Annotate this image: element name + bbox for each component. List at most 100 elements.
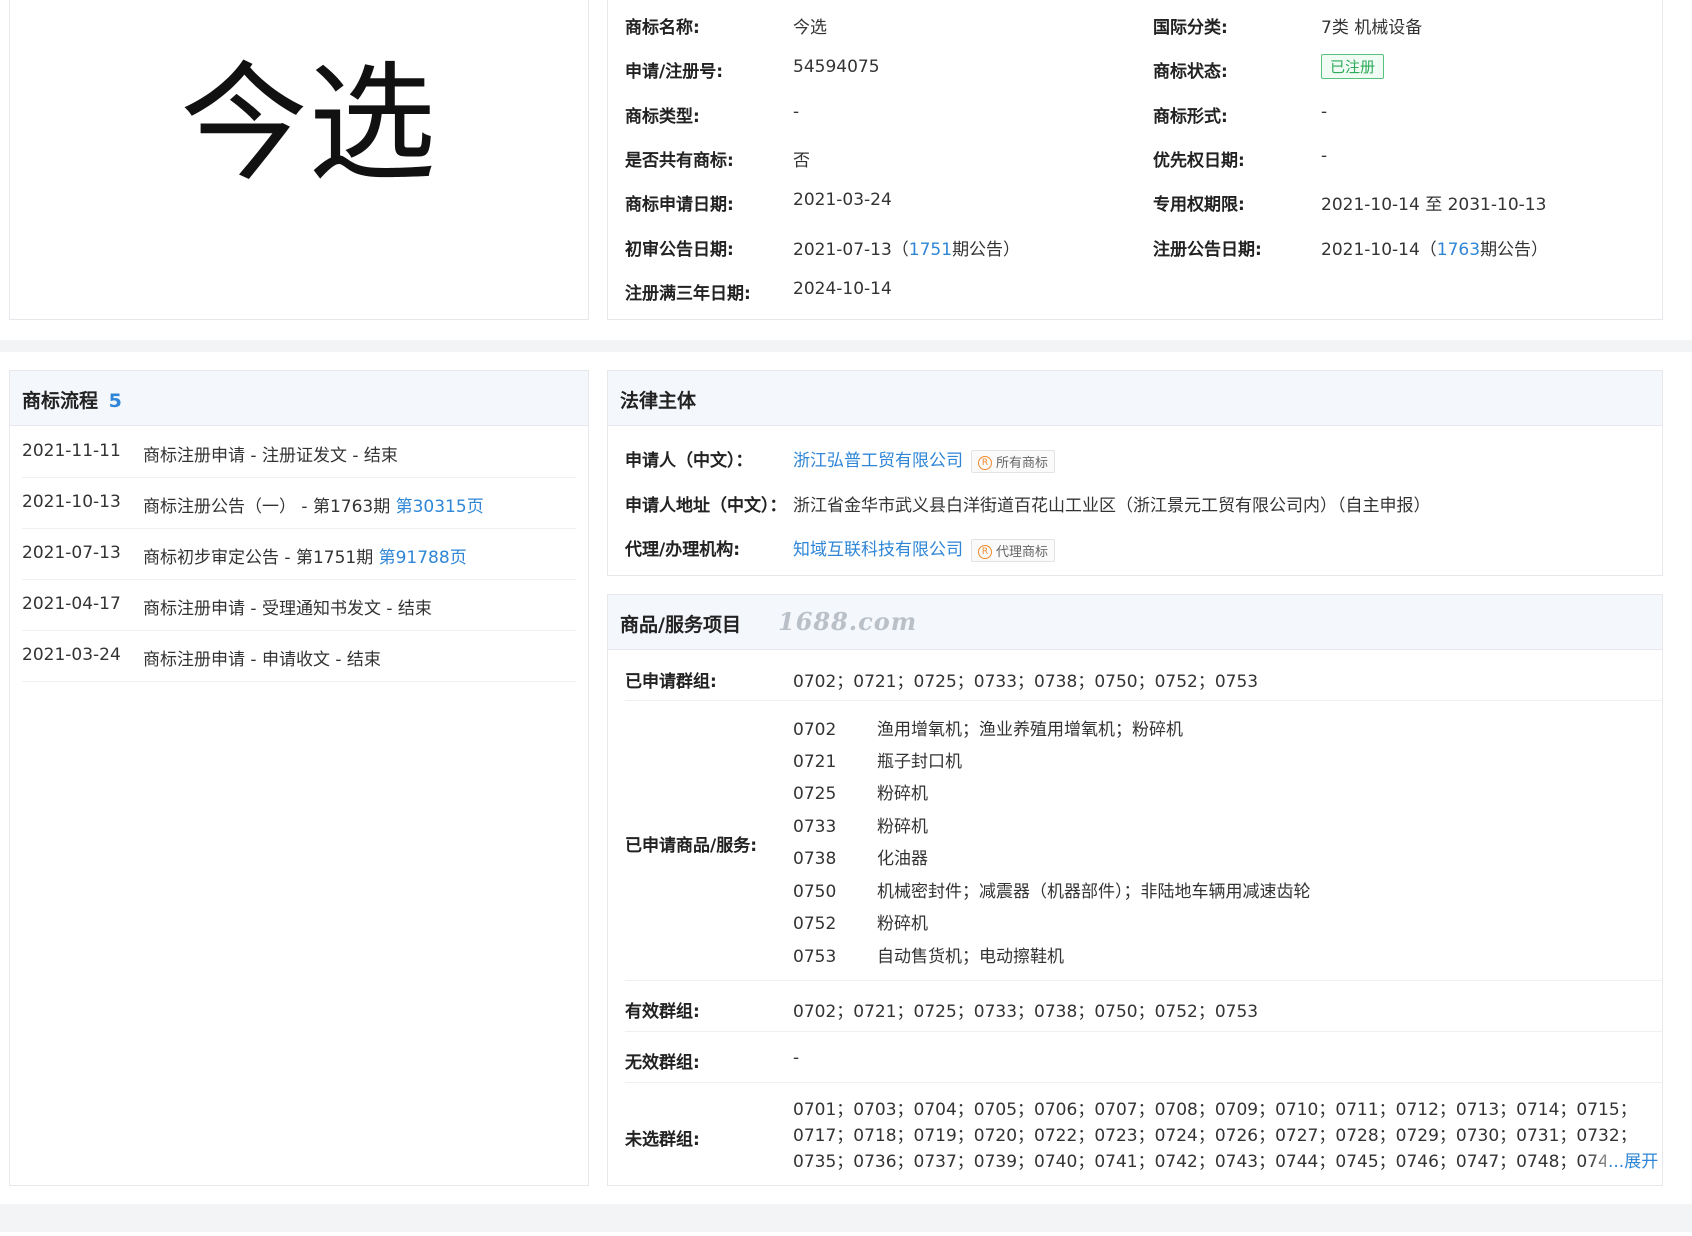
valid-groups-value: 0702；0721；0725；0733；0738；0750；0752；0753 [793,1002,1259,1022]
field-label: 商标申请日期: [625,195,734,215]
goods-items: 粉碎机 [877,817,928,837]
issue-link[interactable]: 1751 [909,240,952,260]
trademark-image: 今选 [180,50,437,199]
goods-code: 0750 [793,882,837,902]
unselected-groups-value: 0701；0703；0704；0705；0706；0707；0708；0709；… [793,1095,1629,1183]
preliminary-notice-date-value: 2021-07-13（1751期公告） [793,235,1020,260]
expand-link[interactable]: ...展开 [1606,1147,1659,1172]
date-text: 2021-10-14（ [1321,240,1437,260]
page-link[interactable]: 第30315页 [396,497,484,517]
intl-class-value: 7类 机械设备 [1321,18,1423,38]
applied-groups-label: 已申请群组: [625,672,717,692]
flow-title-text: 商标流程 [22,390,99,412]
flow-item: 2021-10-13 商标注册公告（一） - 第1763期 第30315页 [22,478,576,529]
flow-text-body: 商标注册公告（一） - 第1763期 [143,497,396,517]
invalid-groups-label: 无效群组: [625,1053,700,1073]
flow-date: 2021-11-11 [22,441,121,461]
goods-line: 0738 化油器 [793,844,928,869]
applicant-value: 浙江弘普工贸有限公司 R 所有商标 [793,446,1056,473]
issue-suffix: 期公告） [952,240,1021,260]
goods-line: 0733 粉碎机 [793,812,928,837]
legal-header: 法律主体 [608,371,1662,426]
registration-number-value: 54594075 [793,57,880,77]
registered-icon: R [978,545,992,559]
field-label: 是否共有商标: [625,151,734,171]
goods-services-panel: 商品/服务项目 1688.com 已申请群组: 0702；0721；0725；0… [607,594,1663,1186]
flow-date: 2021-07-13 [22,543,121,563]
goods-line: 0702 渔用增氧机；渔业养殖用增氧机；粉碎机 [793,715,1183,740]
legal-title: 法律主体 [620,390,697,412]
divider [625,700,1662,701]
applicant-link[interactable]: 浙江弘普工贸有限公司 [793,451,963,471]
field-label: 优先权日期: [1153,151,1245,171]
applied-goods-label: 已申请商品/服务: [625,836,758,856]
registered-icon: R [978,456,992,470]
applicant-label: 申请人（中文）： [625,451,753,471]
flow-panel: 商标流程 5 2021-11-11 商标注册申请 - 注册证发文 - 结束 20… [9,370,589,1186]
goods-code: 0753 [793,947,837,967]
goods-items: 粉碎机 [877,914,928,934]
flow-header: 商标流程 5 [10,371,588,426]
address-value: 浙江省金华市武义县白洋街道百花山工业区（浙江景元工贸有限公司内）（自主申报） [793,496,1431,516]
flow-item: 2021-04-17 商标注册申请 - 受理通知书发文 - 结束 [22,580,576,631]
field-label: 注册公告日期: [1153,240,1262,260]
field-label: 商标状态: [1153,62,1228,82]
unselected-line: 0701；0703；0704；0705；0706；0707；0708；0709；… [793,1100,1629,1120]
trademark-form-value: - [1321,102,1328,122]
field-label: 国际分类: [1153,18,1228,38]
goods-line: 0721 瓶子封口机 [793,747,962,772]
flow-text: 商标注册公告（一） - 第1763期 第30315页 [143,492,484,517]
page-link[interactable]: 第91788页 [379,548,467,568]
goods-items: 粉碎机 [877,784,928,804]
trademark-image-panel: 今选 [9,0,589,320]
applied-goods-list: 0702 渔用增氧机；渔业养殖用增氧机；粉碎机 0721 瓶子封口机 0725 粉碎机… [793,715,1653,975]
registration-notice-date-value: 2021-10-14（1763期公告） [1321,235,1548,260]
field-label: 商标类型: [625,107,700,127]
applied-groups-value: 0702；0721；0725；0733；0738；0750；0752；0753 [793,672,1259,692]
legal-entity-panel: 法律主体 申请人（中文）： 浙江弘普工贸有限公司 R 所有商标 申请人地址（中文）：… [607,370,1663,576]
invalid-groups-value: - [793,1048,800,1068]
field-label: 申请/注册号: [625,62,724,82]
field-label: 注册满三年日期: [625,284,751,304]
goods-line: 0750 机械密封件；减震器（机器部件）；非陆地车辆用减速齿轮 [793,877,1311,902]
issue-link[interactable]: 1763 [1437,240,1480,260]
goods-code: 0738 [793,849,837,869]
flow-item: 2021-11-11 商标注册申请 - 注册证发文 - 结束 [22,427,576,478]
agency-value: 知域互联科技有限公司 R 代理商标 [793,535,1056,562]
field-label: 专用权期限: [1153,195,1245,215]
flow-date: 2021-10-13 [22,492,121,512]
field-label: 商标形式: [1153,107,1228,127]
divider [625,1082,1662,1083]
all-trademarks-button[interactable]: R 所有商标 [971,449,1056,473]
trademark-type-value: - [793,102,800,122]
application-date-value: 2021-03-24 [793,190,892,210]
goods-items: 瓶子封口机 [877,752,962,772]
goods-code: 0733 [793,817,837,837]
goods-line: 0752 粉碎机 [793,909,928,934]
goods-items: 机械密封件；减震器（机器部件）；非陆地车辆用减速齿轮 [877,882,1311,902]
trademark-info-panel: 商标名称: 今选 申请/注册号: 54594075 商标类型: - 是否共有商标… [607,0,1663,320]
flow-title: 商标流程 5 [22,386,122,413]
three-year-date-value: 2024-10-14 [793,279,892,299]
agency-label: 代理/办理机构: [625,540,741,560]
agent-trademarks-button[interactable]: R 代理商标 [971,538,1056,562]
address-label: 申请人地址（中文）： [625,496,787,516]
agency-link[interactable]: 知域互联科技有限公司 [793,540,963,560]
status-value: 已注册 [1321,54,1385,79]
goods-items: 自动售货机；电动擦鞋机 [877,947,1064,967]
field-label: 商标名称: [625,18,700,38]
flow-item: 2021-03-24 商标注册申请 - 申请收文 - 结束 [22,631,576,682]
shared-trademark-value: 否 [793,151,810,171]
divider [625,1031,1662,1032]
goods-items: 渔用增氧机；渔业养殖用增氧机；粉碎机 [877,720,1183,740]
flow-date: 2021-03-24 [22,645,121,665]
status-badge: 已注册 [1321,54,1385,79]
bottom-band [0,1232,1692,1236]
priority-date-value: - [1321,146,1328,166]
flow-item: 2021-07-13 商标初步审定公告 - 第1751期 第91788页 [22,529,576,580]
flow-text-body: 商标初步审定公告 - 第1751期 [143,548,379,568]
issue-suffix: 期公告） [1480,240,1549,260]
goods-code: 0721 [793,752,837,772]
watermark: 1688.com [778,607,918,636]
flow-text: 商标注册申请 - 受理通知书发文 - 结束 [143,599,432,619]
